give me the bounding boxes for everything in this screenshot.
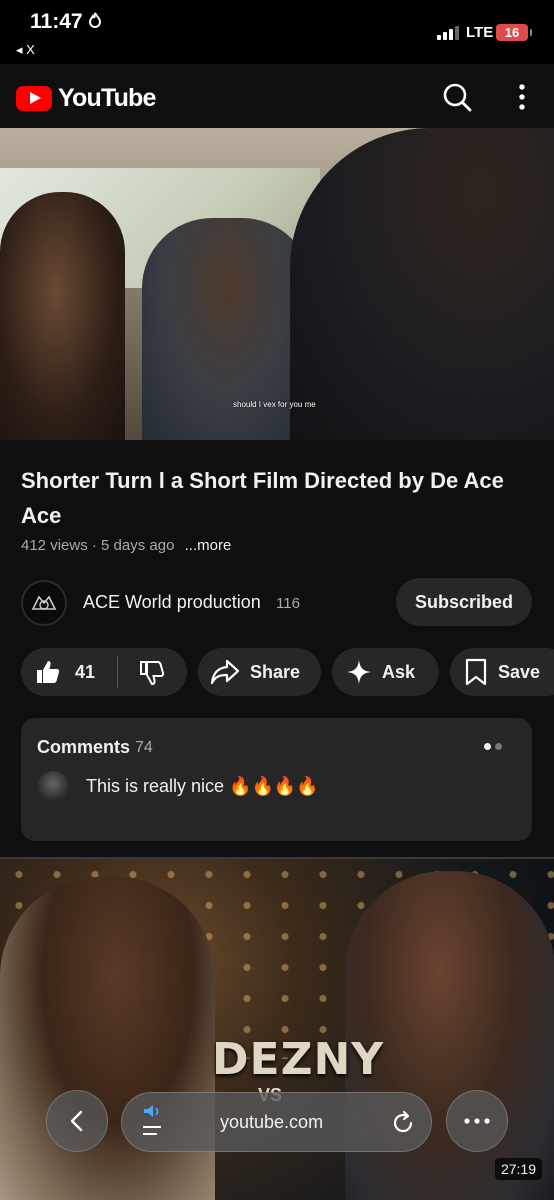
- video-title[interactable]: Shorter Turn l a Short Film Directed by …: [21, 463, 531, 533]
- save-label: Save: [498, 661, 541, 682]
- bookmark-icon: [465, 658, 487, 686]
- like-button[interactable]: 41: [21, 648, 117, 696]
- address-bar[interactable]: youtube.com: [121, 1092, 432, 1152]
- like-count: 41: [75, 661, 96, 682]
- chevron-left-icon: [70, 1110, 83, 1132]
- browser-back-button[interactable]: [46, 1090, 108, 1152]
- youtube-play-icon: [16, 86, 52, 111]
- channel-name[interactable]: ACE World production: [83, 592, 261, 613]
- status-time: 11:47: [30, 10, 83, 33]
- save-button[interactable]: Save: [450, 648, 554, 696]
- back-to-app-link[interactable]: ◂ X: [16, 42, 35, 58]
- comments-label: Comments: [37, 737, 131, 757]
- share-icon: [210, 659, 240, 685]
- commenter-avatar: [37, 771, 69, 803]
- network-type: LTE: [466, 24, 494, 41]
- app-bar: YouTube: [0, 64, 554, 128]
- view-count: 412 views: [21, 537, 88, 554]
- signal-icon: [437, 24, 459, 40]
- comments-count: 74: [135, 739, 153, 756]
- ask-label: Ask: [382, 661, 416, 682]
- status-bar: 11:47 ◂ X LTE 16: [0, 0, 554, 64]
- top-comment-text: This is really nice 🔥🔥🔥🔥: [86, 776, 319, 796]
- pager-dots: [484, 743, 502, 750]
- more-link[interactable]: ...more: [185, 537, 232, 554]
- battery-indicator: 16: [496, 24, 532, 41]
- browser-more-button[interactable]: [446, 1090, 508, 1152]
- video-meta[interactable]: 412 views · 5 days ago ...more: [21, 537, 231, 554]
- logo-text: YouTube: [58, 84, 156, 112]
- url-text: youtube.com: [220, 1112, 324, 1132]
- sparkle-icon: [347, 660, 371, 684]
- video-player[interactable]: should I vex for you me: [0, 128, 554, 440]
- thumbs-up-icon: [37, 661, 60, 683]
- channel-avatar[interactable]: [21, 580, 67, 626]
- thumbnail-title-text: DEZNY: [212, 1034, 385, 1085]
- comments-card[interactable]: Comments 74 This is really nice 🔥🔥🔥🔥: [21, 718, 532, 841]
- upload-age: 5 days ago: [101, 537, 175, 554]
- thumbs-down-icon: [140, 661, 165, 685]
- ask-button[interactable]: Ask: [332, 648, 439, 696]
- page-settings-icon[interactable]: [140, 1103, 166, 1143]
- like-dislike-group: 41: [21, 648, 187, 696]
- hotspot-icon: [88, 12, 102, 33]
- subscribed-button[interactable]: Subscribed: [396, 578, 532, 626]
- video-duration-badge: 27:19: [494, 1158, 542, 1180]
- search-icon[interactable]: [442, 82, 472, 112]
- youtube-logo[interactable]: YouTube: [16, 84, 156, 113]
- reload-icon[interactable]: [390, 1110, 416, 1136]
- ellipsis-icon: [464, 1118, 490, 1124]
- share-label: Share: [250, 661, 301, 682]
- share-button[interactable]: Share: [198, 648, 321, 696]
- video-subtitle: should I vex for you me: [233, 400, 316, 409]
- more-options-icon[interactable]: [508, 82, 536, 112]
- subscriber-count: 116: [276, 595, 300, 612]
- dislike-button[interactable]: [118, 648, 186, 696]
